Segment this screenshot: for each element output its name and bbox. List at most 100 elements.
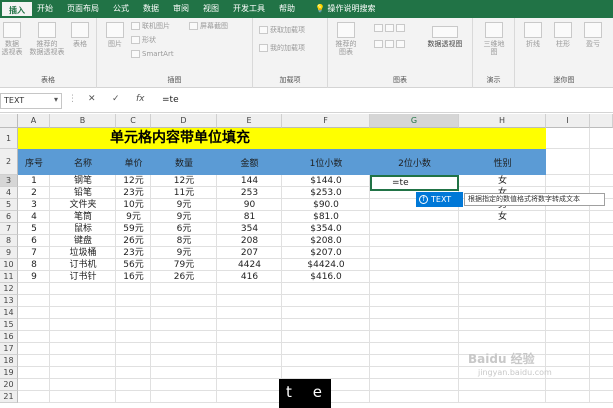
table-cell[interactable]: 女 (459, 211, 546, 223)
row-header-5[interactable]: 5 (0, 199, 18, 211)
table-cell[interactable]: 4 (18, 211, 50, 223)
shapes-button[interactable]: 形状 (131, 36, 156, 44)
my-addins-button[interactable]: 我的加载项 (259, 44, 305, 52)
row-header-10[interactable]: 10 (0, 259, 18, 271)
select-all-corner[interactable] (0, 114, 18, 128)
table-cell[interactable]: 铅笔 (50, 187, 116, 199)
row-header-19[interactable]: 19 (0, 367, 18, 379)
pivot-chart-button[interactable]: 数据透视图 (420, 26, 470, 48)
smartart-button[interactable]: SmartArt (131, 50, 174, 58)
line-sparkline-button[interactable]: 折线 (521, 22, 545, 48)
tab-2[interactable]: 插入 (0, 0, 34, 18)
column-header-C[interactable]: C (116, 114, 151, 128)
table-cell[interactable]: 207 (217, 247, 282, 259)
row-header-12[interactable]: 12 (0, 283, 18, 295)
tab-10[interactable]: 💡 操作说明搜索 (308, 0, 383, 18)
row-header-2[interactable]: 2 (0, 149, 18, 175)
table-cell[interactable]: 354 (217, 223, 282, 235)
table-cell[interactable]: 81 (217, 211, 282, 223)
table-cell[interactable]: 订书针 (50, 271, 116, 283)
row-header-6[interactable]: 6 (0, 211, 18, 223)
row-header-8[interactable]: 8 (0, 235, 18, 247)
winloss-sparkline-button[interactable]: 盈亏 (581, 22, 605, 48)
confirm-icon[interactable]: ✓ (112, 94, 120, 104)
table-cell[interactable]: 7 (18, 247, 50, 259)
table-cell[interactable]: 8元 (151, 235, 217, 247)
table-cell[interactable]: 鼠标 (50, 223, 116, 235)
table-cell[interactable]: 23元 (116, 247, 151, 259)
active-cell-g2[interactable]: =te (370, 175, 459, 191)
row-header-13[interactable]: 13 (0, 295, 18, 307)
row-header-15[interactable]: 15 (0, 319, 18, 331)
row-header-7[interactable]: 7 (0, 223, 18, 235)
table-cell[interactable]: 笔筒 (50, 211, 116, 223)
tab-5[interactable]: 数据 (136, 0, 166, 18)
column-header-E[interactable]: E (217, 114, 282, 128)
table-cell[interactable]: 11元 (151, 187, 217, 199)
row-header-4[interactable]: 4 (0, 187, 18, 199)
table-cell[interactable]: 订书机 (50, 259, 116, 271)
table-cell[interactable]: $208.0 (282, 235, 370, 247)
row-header-21[interactable]: 21 (0, 391, 18, 403)
online-picture-button[interactable]: 联机图片 (131, 22, 170, 30)
tab-4[interactable]: 公式 (106, 0, 136, 18)
row-header-20[interactable]: 20 (0, 379, 18, 391)
table-cell[interactable]: 钢笔 (50, 175, 116, 187)
table-cell[interactable]: 4424 (217, 259, 282, 271)
recommended-charts-button[interactable]: 推荐的 图表 (332, 22, 360, 56)
row-header-16[interactable]: 16 (0, 331, 18, 343)
table-cell[interactable]: 12元 (151, 175, 217, 187)
picture-button[interactable]: 图片 (103, 22, 127, 48)
column-header-A[interactable]: A (18, 114, 50, 128)
table-cell[interactable]: 59元 (116, 223, 151, 235)
table-cell[interactable]: 9元 (151, 211, 217, 223)
screenshot-button[interactable]: 屏幕截图 (189, 22, 228, 30)
tab-7[interactable]: 视图 (196, 0, 226, 18)
table-cell[interactable]: 9元 (116, 211, 151, 223)
row-header-17[interactable]: 17 (0, 343, 18, 355)
column-header-F[interactable]: F (282, 114, 370, 128)
table-cell[interactable]: 26元 (116, 235, 151, 247)
tab-1[interactable]: 开始 (30, 0, 60, 18)
table-cell[interactable]: 253 (217, 187, 282, 199)
table-cell[interactable]: $81.0 (282, 211, 370, 223)
tab-6[interactable]: 审阅 (166, 0, 196, 18)
column-header-G[interactable]: G (370, 114, 459, 128)
table-cell[interactable]: 5 (18, 223, 50, 235)
table-cell[interactable]: 9元 (151, 247, 217, 259)
table-cell[interactable]: 8 (18, 259, 50, 271)
table-cell[interactable]: 144 (217, 175, 282, 187)
table-cell[interactable]: 26元 (151, 271, 217, 283)
column-header-blank[interactable] (590, 114, 613, 128)
column-header-B[interactable]: B (50, 114, 116, 128)
table-cell[interactable]: 1 (18, 175, 50, 187)
column-header-D[interactable]: D (151, 114, 217, 128)
column-header-H[interactable]: H (459, 114, 546, 128)
table-cell[interactable]: $90.0 (282, 199, 370, 211)
column-sparkline-button[interactable]: 柱形 (551, 22, 575, 48)
autocomplete-item-text[interactable]: f TEXT (416, 192, 463, 207)
table-cell[interactable]: 6元 (151, 223, 217, 235)
chart-types[interactable] (366, 24, 414, 52)
row-header-14[interactable]: 14 (0, 307, 18, 319)
3d-map-button[interactable]: 三维地 图 (477, 22, 511, 56)
get-addins-button[interactable]: 获取加载项 (259, 26, 305, 34)
table-cell[interactable]: $144.0 (282, 175, 370, 187)
table-button[interactable]: 表格 (68, 22, 92, 48)
row-header-3[interactable]: 3 (0, 175, 18, 187)
table-cell[interactable]: 文件夹 (50, 199, 116, 211)
table-cell[interactable]: 10元 (116, 199, 151, 211)
table-cell[interactable]: 79元 (151, 259, 217, 271)
table-cell[interactable]: 9元 (151, 199, 217, 211)
formula-input[interactable]: =te (162, 95, 179, 105)
tab-9[interactable]: 帮助 (272, 0, 302, 18)
name-box[interactable]: TEXT ▾ (0, 93, 62, 109)
row-header-1[interactable]: 1 (0, 128, 18, 149)
table-cell[interactable]: 6 (18, 235, 50, 247)
row-header-11[interactable]: 11 (0, 271, 18, 283)
tab-8[interactable]: 开发工具 (226, 0, 272, 18)
table-cell[interactable]: 键盘 (50, 235, 116, 247)
table-cell[interactable]: $416.0 (282, 271, 370, 283)
column-header-I[interactable]: I (546, 114, 590, 128)
table-cell[interactable]: $354.0 (282, 223, 370, 235)
